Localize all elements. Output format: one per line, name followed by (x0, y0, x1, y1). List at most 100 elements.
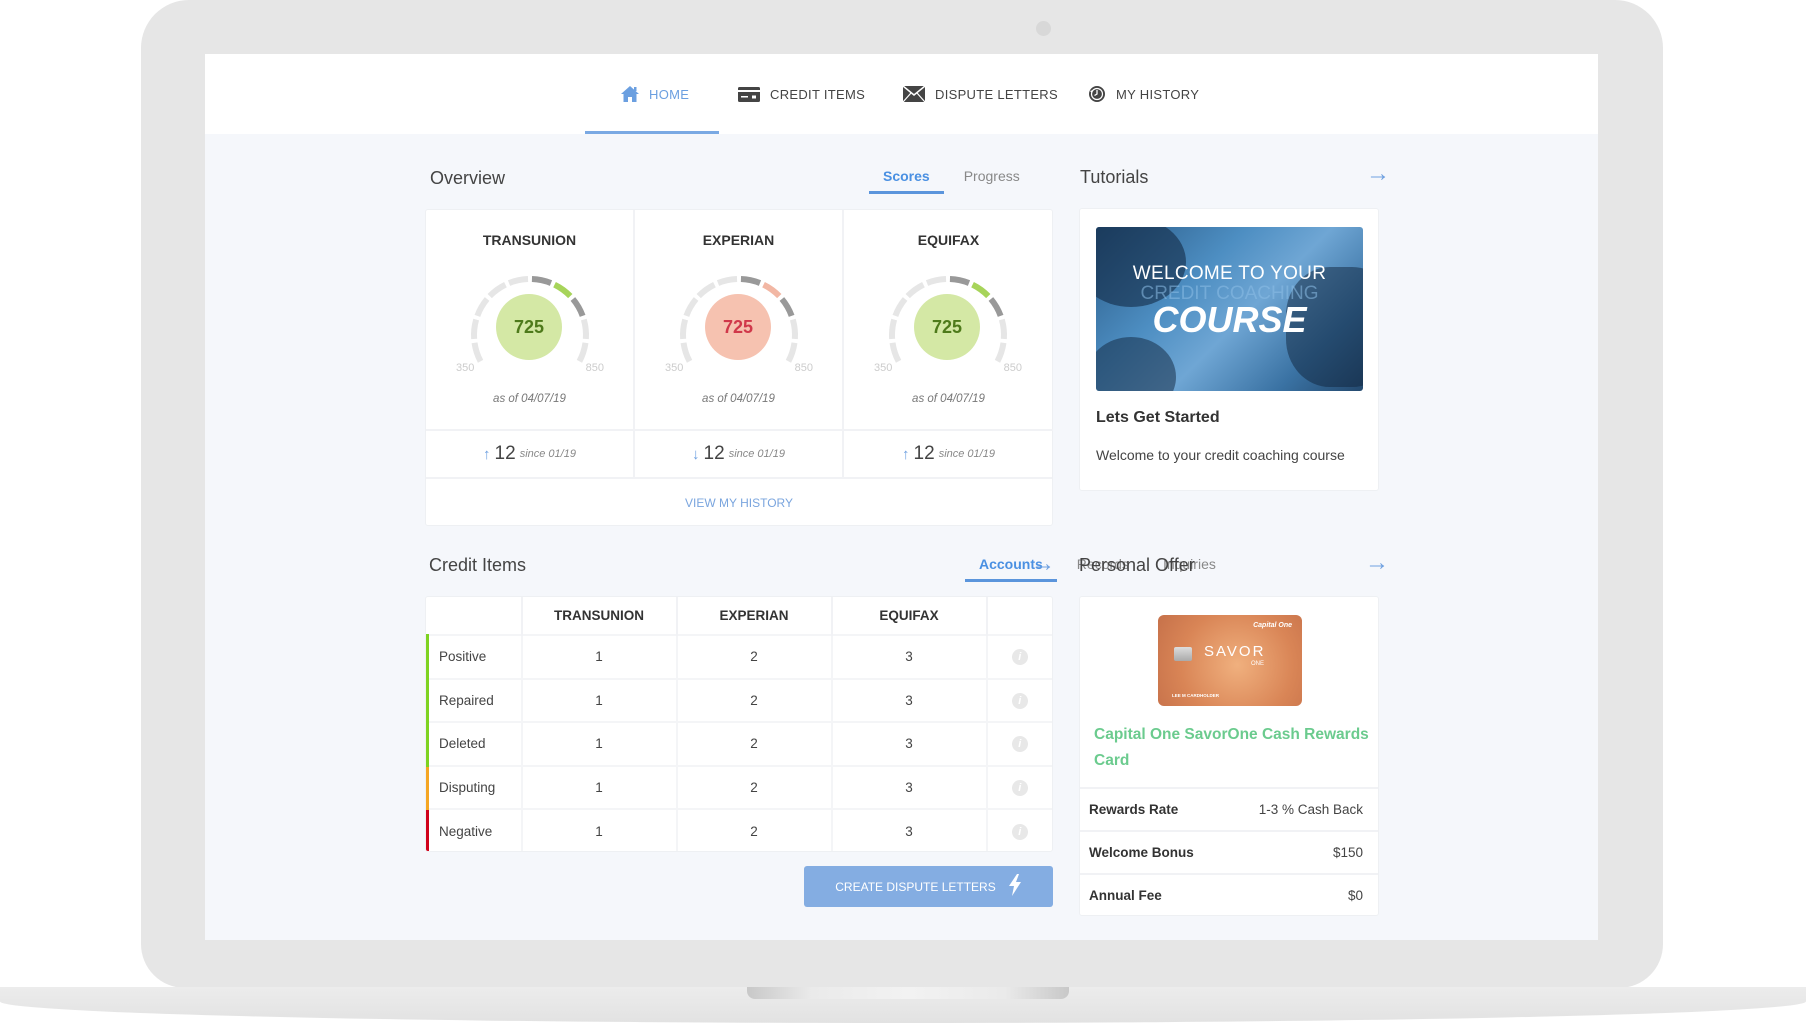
column-header (987, 597, 1053, 635)
home-icon (621, 86, 639, 102)
card-brand: Capital One (1253, 622, 1292, 629)
bureau-card-transunion: TRANSUNION 725 350 850 as of 04/07/19 (426, 210, 635, 429)
table-row[interactable]: Deleted 1 2 3 i (426, 721, 1052, 766)
bureau-name: EQUIFAX (917, 232, 980, 248)
gauge-segment (892, 297, 908, 317)
table-header-row: TRANSUNION EXPERIAN EQUIFAX (427, 597, 1053, 635)
info-icon[interactable]: i (1011, 823, 1028, 840)
gauge-segment (740, 276, 762, 286)
score-date: as of 04/07/19 (702, 393, 775, 405)
offer-detail-row: Rewards Rate 1-3 % Cash Back (1080, 787, 1378, 830)
gauge-segment (716, 276, 738, 286)
info-icon[interactable]: i (1011, 649, 1028, 666)
overview-title: Overview (430, 168, 506, 188)
table-row[interactable]: Negative 1 2 3 i (426, 808, 1052, 851)
cell-value: 2 (676, 677, 833, 722)
card-chip-icon (1174, 647, 1192, 661)
tab-progress[interactable]: Progress (950, 168, 1034, 194)
create-dispute-letters-button[interactable]: CREATE DISPUTE LETTERS (804, 866, 1053, 907)
tutorials-arrow-icon[interactable]: → (1366, 162, 1390, 186)
cell-value: 2 (676, 634, 833, 679)
gauge-segment (779, 297, 795, 317)
cell-value: 1 (521, 808, 678, 851)
gauge-max: 850 (585, 362, 604, 374)
nav-home-label: HOME (649, 86, 690, 102)
score-date: as of 04/07/19 (912, 393, 985, 405)
personal-offer-title: Personal Offer (1079, 555, 1195, 575)
gauge-segment (971, 281, 991, 299)
gauge-segment (789, 318, 798, 340)
info-icon[interactable]: i (1011, 692, 1028, 709)
tutorial-card[interactable]: WELCOME TO YOUR CREDIT COACHING COURSE L… (1079, 208, 1379, 491)
offer-card: Capital One SAVOR ONE LEE M CARDHOLDER C… (1079, 596, 1379, 916)
scores-panel: TRANSUNION 725 350 850 as of 04/07/19 ↑ 1… (425, 209, 1053, 526)
cell-value: 2 (676, 721, 833, 766)
row-label: Disputing (426, 764, 523, 809)
change-since: since 01/19 (519, 448, 576, 460)
arrow-up-icon: ↑ (483, 445, 491, 463)
envelope-icon (903, 86, 925, 102)
cell-value: 3 (831, 634, 988, 679)
nav-dispute-letters-label: DISPUTE LETTERS (935, 86, 1058, 102)
detail-label: Welcome Bonus (1089, 845, 1194, 860)
laptop-hinge (747, 987, 1069, 999)
arrow-down-icon: ↓ (692, 445, 700, 463)
score-gauge: 725 350 850 (665, 270, 813, 374)
credit-items-table: TRANSUNION EXPERIAN EQUIFAX Positive 1 2 3 i Re… (425, 596, 1053, 852)
offer-name-link[interactable]: Capital One SavorOne Cash Rewards Card (1094, 722, 1374, 774)
app-screen: HOME CREDIT ITEMS DISPUTE LETTERS MY HIS… (205, 54, 1598, 940)
detail-value: $0 (1347, 888, 1363, 903)
row-label: Positive (426, 634, 523, 679)
change-value: 12 (913, 443, 935, 464)
offer-detail-row: Welcome Bonus $150 (1080, 830, 1378, 873)
tutorials-title: Tutorials (1080, 167, 1149, 187)
camera-dot (1036, 21, 1051, 36)
lightning-icon (1008, 874, 1022, 899)
table-row[interactable]: Positive 1 2 3 i (426, 634, 1052, 679)
column-header: EQUIFAX (831, 597, 988, 635)
tutorial-title: Lets Get Started (1096, 409, 1220, 426)
view-history-link[interactable]: VIEW MY HISTORY (426, 477, 1052, 527)
gauge-segment (683, 297, 699, 317)
detail-label: Rewards Rate (1089, 802, 1179, 817)
gauge-segment (785, 342, 798, 363)
credit-items-arrow-icon[interactable]: → (1031, 552, 1055, 576)
nav-my-history[interactable]: MY HISTORY (1088, 54, 1199, 134)
score-change: ↑ 12 since 01/19 (426, 429, 635, 477)
bureau-name: TRANSUNION (482, 232, 577, 248)
credit-card-image[interactable]: Capital One SAVOR ONE LEE M CARDHOLDER (1158, 615, 1302, 706)
gauge-segment (471, 318, 480, 340)
nav-dispute-letters[interactable]: DISPUTE LETTERS (903, 54, 1058, 134)
cell-value: 3 (831, 764, 988, 809)
gauge-segment (680, 318, 689, 340)
cell-value: 1 (521, 634, 678, 679)
table-row[interactable]: Repaired 1 2 3 i (426, 677, 1052, 722)
card-name-mark: SAVOR (1204, 643, 1266, 660)
active-tab-underline (585, 131, 720, 134)
detail-value: 1-3 % Cash Back (1258, 802, 1363, 817)
personal-offer-arrow-icon[interactable]: → (1365, 551, 1389, 575)
table-row[interactable]: Disputing 1 2 3 i (426, 764, 1052, 809)
cell-value: 1 (521, 721, 678, 766)
gauge-segment (889, 342, 902, 363)
nav-credit-items[interactable]: CREDIT ITEMS (738, 54, 865, 134)
gauge-max: 850 (1003, 362, 1022, 374)
gauge-segment (570, 297, 586, 317)
gauge-segment (905, 281, 925, 299)
score-date: as of 04/07/19 (493, 393, 566, 405)
info-icon[interactable]: i (1011, 736, 1028, 753)
bureau-name: EXPERIAN (702, 232, 775, 248)
change-value: 12 (494, 443, 516, 464)
thumbnail-text-line1: WELCOME TO YOUR (1132, 263, 1327, 284)
info-icon[interactable]: i (1011, 779, 1028, 796)
gauge-segment (471, 342, 484, 363)
score-gauge: 725 350 850 (456, 270, 604, 374)
gauge-max: 850 (794, 362, 813, 374)
tutorial-thumbnail[interactable]: WELCOME TO YOUR CREDIT COACHING COURSE (1096, 227, 1363, 391)
bureau-card-experian: EXPERIAN 725 350 850 as of 04/07/19 (635, 210, 844, 429)
score-gauge: 725 350 850 (874, 270, 1022, 374)
gauge-segment (576, 342, 589, 363)
tab-scores[interactable]: Scores (869, 168, 944, 194)
offer-detail-row: Annual Fee $0 (1080, 873, 1378, 916)
nav-home[interactable]: HOME (585, 54, 720, 134)
